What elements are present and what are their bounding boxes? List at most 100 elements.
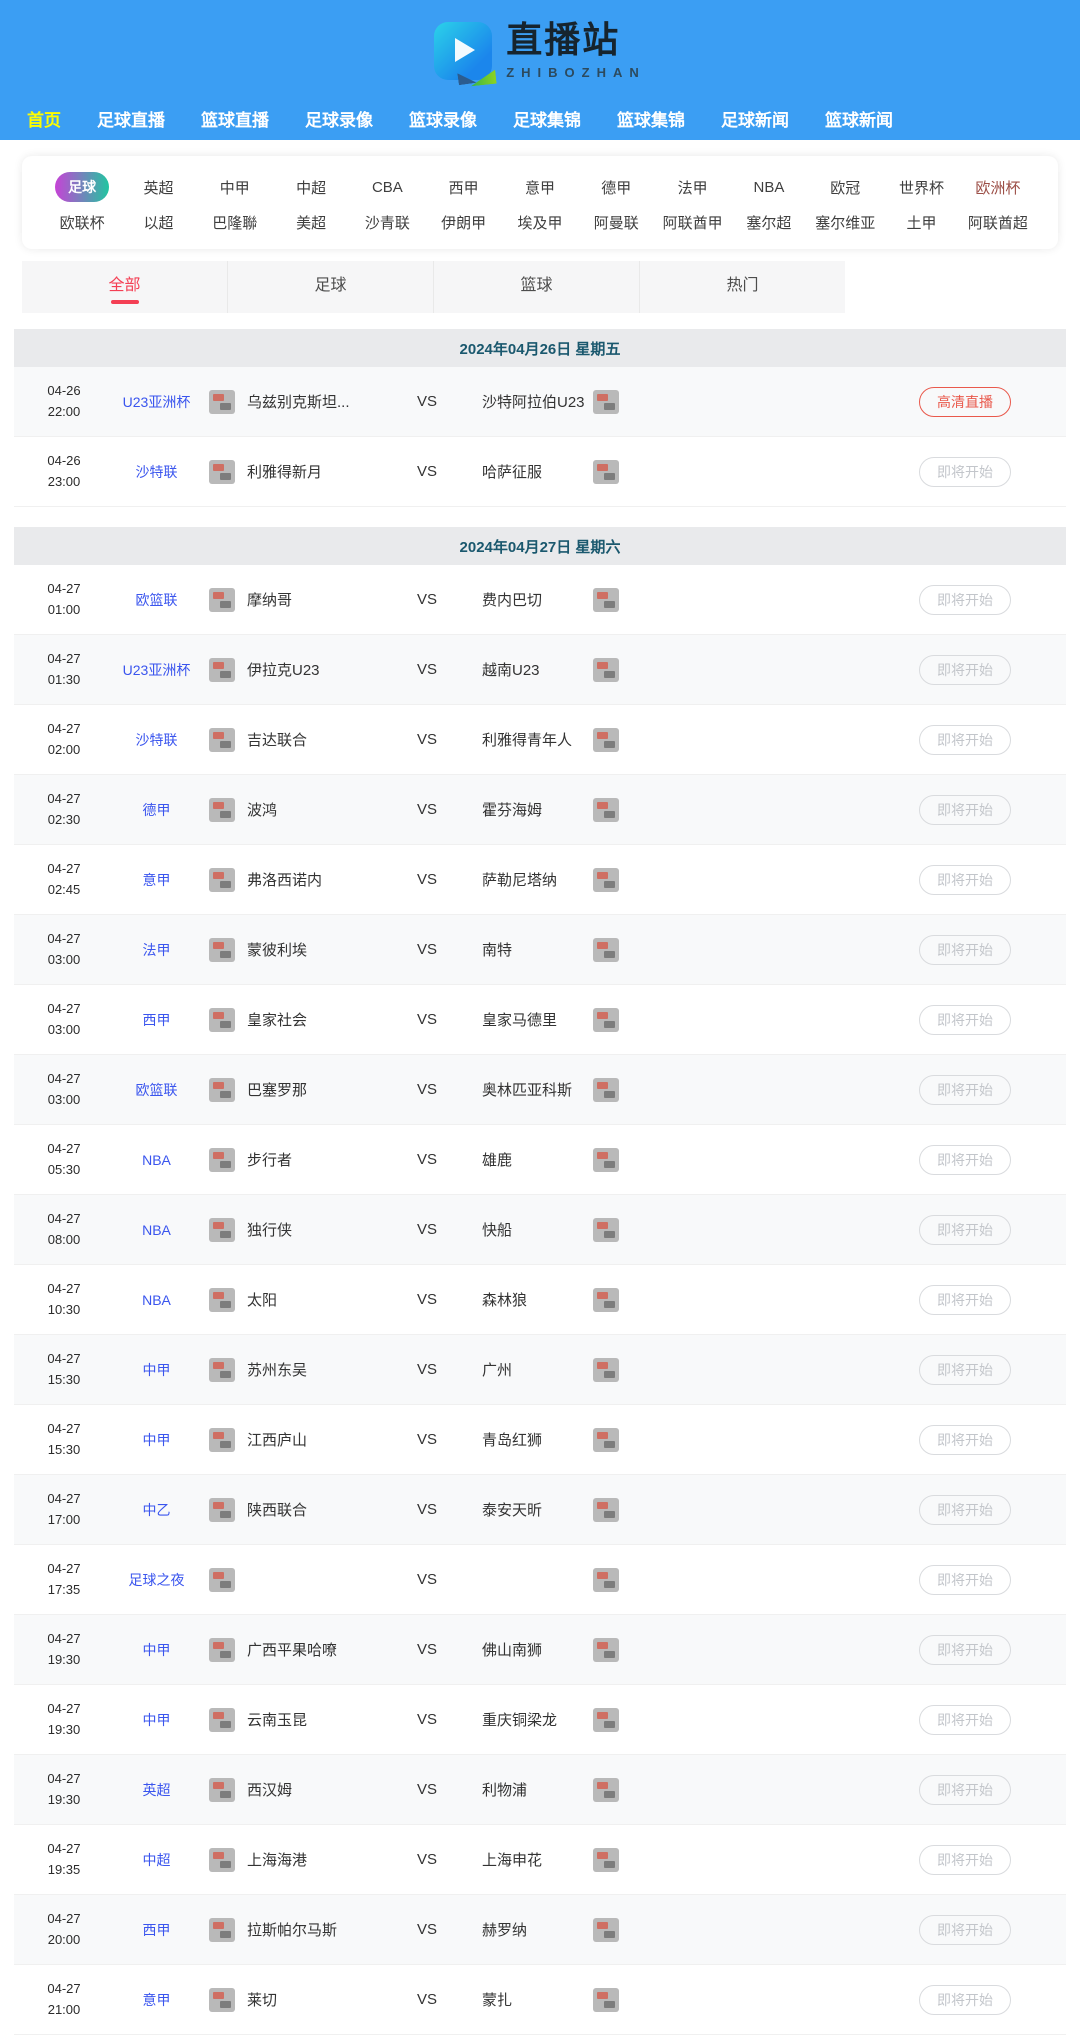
upcoming-status-button[interactable]: 即将开始 (919, 1705, 1011, 1735)
upcoming-status-button[interactable]: 即将开始 (919, 725, 1011, 755)
filter-tag-欧联杯[interactable]: 欧联杯 (60, 212, 105, 233)
league-link[interactable]: 中乙 (114, 1500, 199, 1520)
nav-item-篮球新闻[interactable]: 篮球新闻 (825, 106, 893, 131)
match-row[interactable]: 04-2703:00欧篮联巴塞罗那VS奥林匹亚科斯即将开始 (14, 1055, 1066, 1125)
filter-tag-阿联酋甲[interactable]: 阿联酋甲 (663, 212, 723, 233)
league-link[interactable]: 法甲 (114, 940, 199, 960)
league-link[interactable]: 欧篮联 (114, 1080, 199, 1100)
filter-tag-沙青联[interactable]: 沙青联 (365, 212, 410, 233)
filter-tag-阿曼联[interactable]: 阿曼联 (594, 212, 639, 233)
filter-tag-欧冠[interactable]: 欧冠 (830, 177, 860, 198)
league-link[interactable]: 中甲 (114, 1360, 199, 1380)
league-link[interactable]: 沙特联 (114, 730, 199, 750)
league-link[interactable]: 中甲 (114, 1640, 199, 1660)
upcoming-status-button[interactable]: 即将开始 (919, 1495, 1011, 1525)
match-row[interactable]: 04-2719:30中甲广西平果哈嘹VS佛山南狮即将开始 (14, 1615, 1066, 1685)
upcoming-status-button[interactable]: 即将开始 (919, 1635, 1011, 1665)
nav-item-篮球集锦[interactable]: 篮球集锦 (617, 106, 685, 131)
upcoming-status-button[interactable]: 即将开始 (919, 457, 1011, 487)
nav-item-篮球直播[interactable]: 篮球直播 (201, 106, 269, 131)
upcoming-status-button[interactable]: 即将开始 (919, 1845, 1011, 1875)
filter-tag-以超[interactable]: 以超 (143, 212, 173, 233)
filter-tag-土甲[interactable]: 土甲 (907, 212, 937, 233)
filter-tag-阿联酋超[interactable]: 阿联酋超 (968, 212, 1028, 233)
nav-item-足球直播[interactable]: 足球直播 (97, 106, 165, 131)
upcoming-status-button[interactable]: 即将开始 (919, 1355, 1011, 1385)
nav-item-足球集锦[interactable]: 足球集锦 (513, 106, 581, 131)
match-row[interactable]: 04-2717:00中乙陕西联合VS泰安天昕即将开始 (14, 1475, 1066, 1545)
filter-tag-中超[interactable]: 中超 (296, 177, 326, 198)
league-link[interactable]: 沙特联 (114, 462, 199, 482)
hd-live-button[interactable]: 高清直播 (919, 387, 1011, 417)
match-row[interactable]: 04-2705:30NBA步行者VS雄鹿即将开始 (14, 1125, 1066, 1195)
match-row[interactable]: 04-2719:30中甲云南玉昆VS重庆铜梁龙即将开始 (14, 1685, 1066, 1755)
league-link[interactable]: 西甲 (114, 1920, 199, 1940)
upcoming-status-button[interactable]: 即将开始 (919, 1075, 1011, 1105)
nav-item-篮球录像[interactable]: 篮球录像 (409, 106, 477, 131)
tab-全部[interactable]: 全部 (22, 261, 227, 313)
match-row[interactable]: 04-2701:30U23亚洲杯伊拉克U23VS越南U23即将开始 (14, 635, 1066, 705)
site-logo[interactable]: 直播站 ZHIBOZHAN (434, 22, 646, 80)
tab-篮球[interactable]: 篮球 (433, 261, 639, 313)
league-link[interactable]: 中超 (114, 1850, 199, 1870)
match-row[interactable]: 04-2702:45意甲弗洛西诺内VS萨勒尼塔纳即将开始 (14, 845, 1066, 915)
league-link[interactable]: NBA (114, 1152, 199, 1168)
filter-tag-塞尔超[interactable]: 塞尔超 (746, 212, 791, 233)
league-link[interactable]: U23亚洲杯 (114, 392, 199, 412)
league-link[interactable]: 意甲 (114, 1990, 199, 2010)
match-row[interactable]: 04-2715:30中甲苏州东吴VS广州即将开始 (14, 1335, 1066, 1405)
league-link[interactable]: 欧篮联 (114, 590, 199, 610)
match-row[interactable]: 04-2720:00西甲拉斯帕尔马斯VS赫罗纳即将开始 (14, 1895, 1066, 1965)
upcoming-status-button[interactable]: 即将开始 (919, 795, 1011, 825)
nav-item-足球录像[interactable]: 足球录像 (305, 106, 373, 131)
filter-tag-中甲[interactable]: 中甲 (220, 177, 250, 198)
upcoming-status-button[interactable]: 即将开始 (919, 1215, 1011, 1245)
league-link[interactable]: 足球之夜 (114, 1570, 199, 1590)
upcoming-status-button[interactable]: 即将开始 (919, 1985, 1011, 2015)
match-row[interactable]: 04-2703:00法甲蒙彼利埃VS南特即将开始 (14, 915, 1066, 985)
upcoming-status-button[interactable]: 即将开始 (919, 1005, 1011, 1035)
league-link[interactable]: U23亚洲杯 (114, 660, 199, 680)
match-row[interactable]: 04-2717:35足球之夜VS即将开始 (14, 1545, 1066, 1615)
match-row[interactable]: 04-2721:00意甲莱切VS蒙扎即将开始 (14, 1965, 1066, 2035)
filter-tag-巴隆聯[interactable]: 巴隆聯 (212, 212, 257, 233)
league-link[interactable]: NBA (114, 1222, 199, 1238)
match-row[interactable]: 04-2710:30NBA太阳VS森林狼即将开始 (14, 1265, 1066, 1335)
match-row[interactable]: 04-2702:30德甲波鸿VS霍芬海姆即将开始 (14, 775, 1066, 845)
filter-tag-伊朗甲[interactable]: 伊朗甲 (441, 212, 486, 233)
match-row[interactable]: 04-2708:00NBA独行侠VS快船即将开始 (14, 1195, 1066, 1265)
upcoming-status-button[interactable]: 即将开始 (919, 865, 1011, 895)
league-link[interactable]: NBA (114, 1292, 199, 1308)
tab-热门[interactable]: 热门 (639, 261, 845, 313)
upcoming-status-button[interactable]: 即将开始 (919, 1565, 1011, 1595)
league-link[interactable]: 西甲 (114, 1010, 199, 1030)
nav-item-首页[interactable]: 首页 (27, 106, 61, 131)
filter-tag-西甲[interactable]: 西甲 (449, 177, 479, 198)
filter-tag-世界杯[interactable]: 世界杯 (899, 177, 944, 198)
filter-tag-埃及甲[interactable]: 埃及甲 (517, 212, 562, 233)
filter-tag-英超[interactable]: 英超 (143, 177, 173, 198)
filter-tag-美超[interactable]: 美超 (296, 212, 326, 233)
match-row[interactable]: 04-2702:00沙特联吉达联合VS利雅得青年人即将开始 (14, 705, 1066, 775)
match-row[interactable]: 04-2715:30中甲江西庐山VS青岛红狮即将开始 (14, 1405, 1066, 1475)
match-row[interactable]: 04-2622:00U23亚洲杯乌兹别克斯坦...VS沙特阿拉伯U23高清直播 (14, 367, 1066, 437)
league-link[interactable]: 英超 (114, 1780, 199, 1800)
filter-tag-法甲[interactable]: 法甲 (678, 177, 708, 198)
upcoming-status-button[interactable]: 即将开始 (919, 1145, 1011, 1175)
filter-tag-足球[interactable]: 足球 (55, 172, 109, 202)
filter-tag-塞尔维亚[interactable]: 塞尔维亚 (815, 212, 875, 233)
league-link[interactable]: 中甲 (114, 1710, 199, 1730)
match-row[interactable]: 04-2623:00沙特联利雅得新月VS哈萨征服即将开始 (14, 437, 1066, 507)
tab-足球[interactable]: 足球 (227, 261, 433, 313)
upcoming-status-button[interactable]: 即将开始 (919, 1775, 1011, 1805)
upcoming-status-button[interactable]: 即将开始 (919, 585, 1011, 615)
upcoming-status-button[interactable]: 即将开始 (919, 655, 1011, 685)
match-row[interactable]: 04-2703:00西甲皇家社会VS皇家马德里即将开始 (14, 985, 1066, 1055)
match-row[interactable]: 04-2719:35中超上海海港VS上海申花即将开始 (14, 1825, 1066, 1895)
nav-item-足球新闻[interactable]: 足球新闻 (721, 106, 789, 131)
league-link[interactable]: 德甲 (114, 800, 199, 820)
upcoming-status-button[interactable]: 即将开始 (919, 1425, 1011, 1455)
league-link[interactable]: 意甲 (114, 870, 199, 890)
filter-tag-德甲[interactable]: 德甲 (601, 177, 631, 198)
match-row[interactable]: 04-2719:30英超西汉姆VS利物浦即将开始 (14, 1755, 1066, 1825)
